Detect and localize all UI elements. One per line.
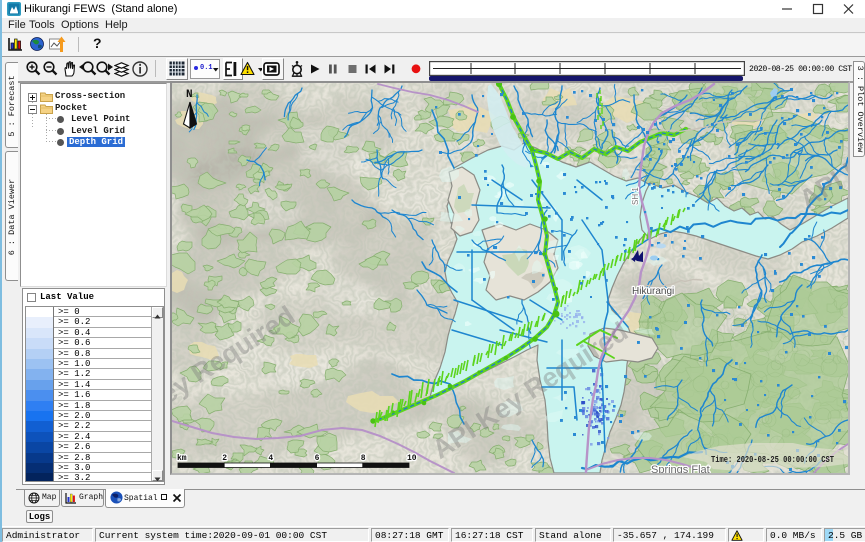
svg-text:Springs Flat: Springs Flat — [651, 464, 710, 473]
svg-text:Hikurangi: Hikurangi — [632, 286, 674, 297]
svg-text:2: 2 — [222, 454, 227, 463]
svg-text:6: 6 — [315, 454, 320, 463]
svg-text:N: N — [186, 89, 193, 101]
svg-text:10: 10 — [407, 454, 417, 463]
svg-text:Time: 2020-08-25 00:00:00 CST: Time: 2020-08-25 00:00:00 CST — [711, 454, 834, 465]
svg-text:SH 1: SH 1 — [631, 187, 640, 205]
svg-text:8: 8 — [361, 454, 366, 463]
svg-text:4: 4 — [268, 454, 273, 463]
svg-text:km: km — [177, 454, 187, 463]
